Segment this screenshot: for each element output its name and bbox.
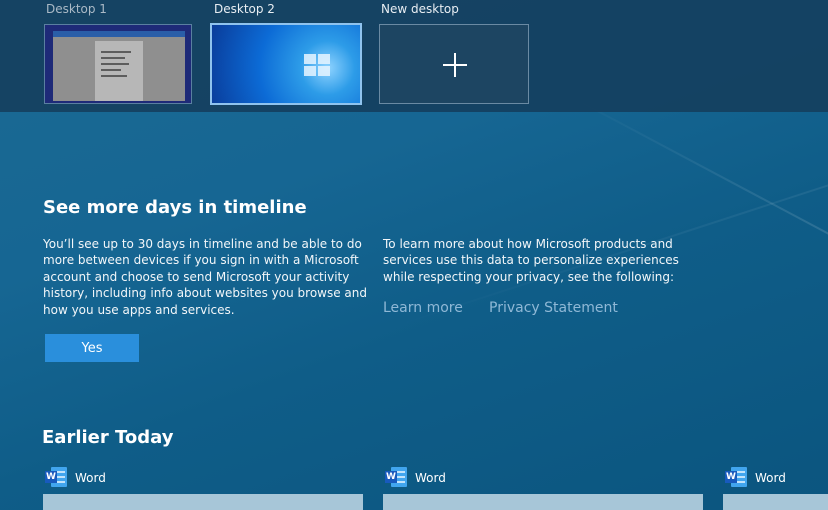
card-preview[interactable] [723,494,828,510]
new-desktop-label: New desktop [381,2,459,16]
word-icon: W [385,466,407,488]
card-app-name: Word [415,471,446,485]
section-title-earlier-today: Earlier Today [42,427,174,448]
privacy-description: To learn more about how Microsoft produc… [383,237,679,284]
new-desktop-button[interactable] [379,24,529,104]
desktop-2-label: Desktop 2 [214,2,275,16]
privacy-statement-link[interactable]: Privacy Statement [489,300,618,316]
desktop-2-thumbnail[interactable] [210,23,362,105]
yes-button[interactable]: Yes [45,334,139,362]
card-app-name: Word [75,471,106,485]
word-icon: W [45,466,67,488]
word-icon: W [725,466,747,488]
card-app-name: Word [755,471,786,485]
card-preview[interactable] [383,494,703,510]
word-window-thumbnail [53,31,185,101]
card-preview[interactable] [43,494,363,510]
promo-description: You’ll see up to 30 days in timeline and… [43,237,368,317]
promo-title: See more days in timeline [43,197,307,218]
desktop-1-thumbnail[interactable] [44,24,192,104]
windows-logo-icon [304,54,330,76]
desktop-strip: Desktop 1 Desktop 2 New desktop [0,0,828,112]
desktop-1-label: Desktop 1 [46,2,107,16]
learn-more-link[interactable]: Learn more [383,300,463,316]
plus-icon [443,53,467,77]
